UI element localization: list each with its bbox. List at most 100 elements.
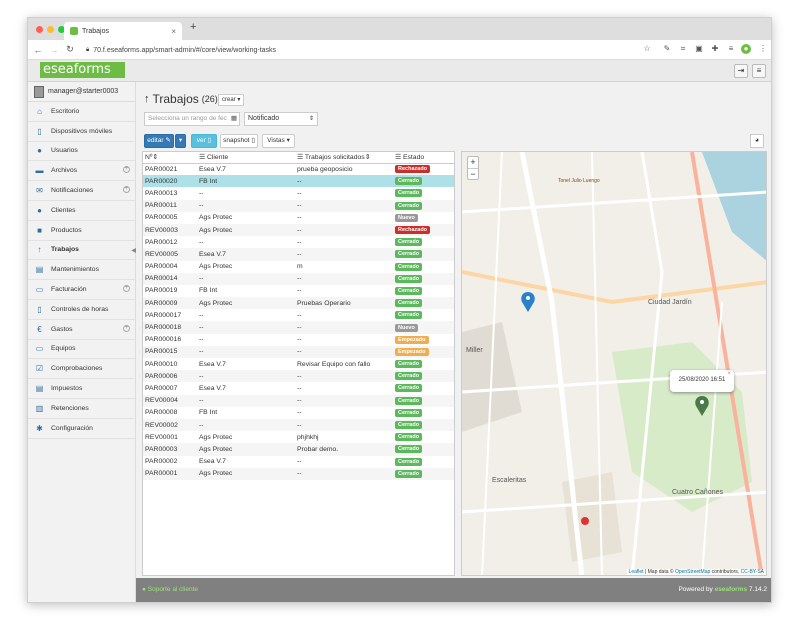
table-row[interactable]: PAR000017 -- -- Cerrado (143, 309, 454, 321)
cell-status: Cerrado (393, 187, 454, 199)
tasks-icon: ↑ (144, 93, 150, 105)
table-row[interactable]: PAR000018 -- -- Nuevo (143, 321, 454, 334)
new-tab-icon[interactable]: + (190, 21, 196, 33)
sidebar-item-productos[interactable]: ■ Productos (28, 221, 135, 241)
table-row[interactable]: PAR00012 -- -- Cerrado (143, 236, 454, 248)
reload-icon[interactable]: ↻ (64, 44, 76, 55)
extensions-puzzle-icon[interactable]: ✚ (710, 44, 720, 54)
sidebar-item-notificaciones[interactable]: ✉ Notificaciones + (28, 181, 135, 201)
table-row[interactable]: PAR00015 -- -- Empezado (143, 345, 454, 358)
sidebar-item-usuarios[interactable]: ● Usuarios (28, 142, 135, 162)
map-toggle-button[interactable]: ◕ (750, 134, 764, 148)
table-row[interactable]: PAR00005 Ags Protec -- Nuevo (143, 212, 454, 224)
minimize-window-icon[interactable] (47, 26, 54, 33)
browser-tab[interactable]: Trabajos × (64, 22, 182, 40)
leaflet-link[interactable]: Leaflet (629, 569, 644, 575)
edit-dropdown-button[interactable]: ▾ (175, 134, 186, 148)
back-icon[interactable]: ← (32, 45, 44, 55)
logout-button[interactable]: ⇥ (734, 64, 748, 78)
expand-plus-icon[interactable]: + (123, 285, 130, 293)
map-view[interactable]: Ciudad Jardín Escaleritas Cuatro Cañones… (461, 151, 767, 576)
table-row[interactable]: REV00004 -- -- Cerrado (143, 394, 454, 407)
user-info[interactable]: manager@starter0003 (28, 82, 135, 102)
sidebar-item-controles-de-horas[interactable]: ▯ Controles de horas (28, 300, 135, 320)
bookmark-star-icon[interactable]: ☆ (642, 44, 652, 54)
sidebar-item-comprobaciones[interactable]: ☑ Comprobaciones (28, 359, 135, 380)
browser-menu-icon[interactable]: ⋮ (758, 44, 768, 54)
profile-avatar-icon[interactable]: ● (741, 44, 751, 54)
table-row[interactable]: PAR00007 Esea V.7 -- Cerrado (143, 382, 454, 394)
table-row[interactable]: REV00003 Ags Protec -- Rechazado (143, 223, 454, 237)
forward-icon[interactable]: → (48, 45, 60, 55)
sidebar-item-label: Mantenimientos (51, 266, 99, 274)
table-row[interactable]: PAR00019 FB Int -- Cerrado (143, 285, 454, 297)
sidebar-item-gastos[interactable]: € Gastos + (28, 320, 135, 340)
table-row[interactable]: REV00002 -- -- Cerrado (143, 418, 454, 432)
table-row[interactable]: REV00005 Esea V.7 -- Cerrado (143, 248, 454, 261)
view-button[interactable]: ver ▯ (191, 134, 217, 148)
cell-client: -- (197, 345, 295, 358)
table-row[interactable]: PAR00013 -- -- Cerrado (143, 187, 454, 199)
support-link[interactable]: ● Soporte al cliente (142, 586, 198, 593)
sidebar-item-impuestos[interactable]: ▤ Impuestos (28, 379, 135, 399)
browser-tabbar: Trabajos × + (28, 18, 771, 40)
reading-list-icon[interactable]: ≡ (726, 44, 736, 54)
table-row[interactable]: PAR00020 FB Int -- Cerrado (143, 175, 454, 188)
close-window-icon[interactable] (36, 26, 43, 33)
sidebar-item-dispositivos-m-viles[interactable]: ▯ Dispositivos móviles (28, 122, 135, 142)
osm-link[interactable]: OpenStreetMap (675, 569, 710, 575)
table-row[interactable]: PAR00002 Esea V.7 -- Cerrado (143, 456, 454, 468)
map-tiles[interactable]: Ciudad Jardín Escaleritas Cuatro Cañones… (462, 152, 767, 576)
sidebar-item-escritorio[interactable]: ⌂ Escritorio (28, 102, 135, 122)
date-range-input[interactable]: Selecciona un rango de fec ▦ (144, 112, 240, 126)
sidebar-item-configuraci-n[interactable]: ✱ Configuración (28, 419, 135, 439)
expand-plus-icon[interactable]: + (123, 186, 130, 194)
column-header-client[interactable]: ☰ Cliente (197, 152, 295, 164)
map-label-miller: Miller (466, 347, 483, 354)
table-row[interactable]: PAR00003 Ags Protec Probar demo. Cerrado (143, 443, 454, 456)
column-header-status[interactable]: ☰ Estado (393, 152, 454, 164)
user-icon: ● (37, 146, 42, 156)
extension-1-icon[interactable]: ✎ (662, 44, 672, 54)
status-badge: Cerrado (395, 469, 423, 478)
sidebar-item-archivos[interactable]: ▬ Archivos + (28, 161, 135, 182)
sidebar-item-clientes[interactable]: ● Clientes (28, 201, 135, 221)
table-row[interactable]: PAR00008 FB Int -- Cerrado (143, 407, 454, 419)
expand-plus-icon[interactable]: + (123, 324, 130, 332)
sidebar-item-retenciones[interactable]: ▥ Retenciones (28, 399, 135, 419)
sidebar-item-trabajos[interactable]: ↑ Trabajos ◀ (28, 241, 136, 261)
table-row[interactable]: PAR000016 -- -- Empezado (143, 334, 454, 346)
table-row[interactable]: PAR00009 Ags Protec Pruebas Operario Cerrad… (143, 297, 454, 310)
calendar-icon[interactable]: ▦ (231, 113, 237, 125)
snapshot-button[interactable]: snapshot ▯ (220, 134, 258, 148)
views-dropdown-button[interactable]: Vistas ▾ (262, 134, 295, 148)
column-header-jobs[interactable]: ☰ Trabajos solicitados⇕ (295, 152, 393, 164)
caret-down-icon: ▾ (178, 137, 183, 144)
create-button[interactable]: crear ▾ (218, 94, 245, 106)
status-badge: Cerrado (395, 262, 423, 271)
url-field[interactable]: 🔒︎ 70.f.eseaforms.app/smart-admin/#/core… (86, 43, 646, 57)
zoom-in-button[interactable]: + (468, 157, 478, 168)
sidebar-item-mantenimientos[interactable]: ▤ Mantenimientos (28, 260, 135, 281)
table-row[interactable]: PAR00014 -- -- Cerrado (143, 272, 454, 285)
status-filter-select[interactable]: Notificado ⇕ (244, 112, 318, 126)
close-tab-icon[interactable]: × (171, 27, 176, 36)
table-row[interactable]: REV00001 Ags Protec phjhkhj Cerrado (143, 431, 454, 443)
edit-button[interactable]: editar ✎ (144, 134, 174, 148)
license-link[interactable]: CC-BY-SA (741, 569, 764, 575)
expand-plus-icon[interactable]: + (123, 166, 130, 174)
popup-close-icon[interactable]: × (727, 364, 731, 384)
table-row[interactable]: PAR00021 Esea V.7 prueba geoposicio Rechaza… (143, 163, 454, 175)
extension-2-icon[interactable]: ⌗ (678, 44, 688, 54)
table-row[interactable]: PAR00011 -- -- Cerrado (143, 199, 454, 212)
sidebar-item-equipos[interactable]: ▭ Equipos (28, 340, 135, 360)
table-row[interactable]: PAR00010 Esea V.7 Revisar Equipo con fallo… (143, 358, 454, 370)
extension-3-icon[interactable]: ▣ (694, 44, 704, 54)
sidebar-item-facturaci-n[interactable]: ▭ Facturación + (28, 280, 135, 300)
zoom-out-button[interactable]: − (468, 168, 478, 179)
table-row[interactable]: PAR00004 Ags Protec m Cerrado (143, 261, 454, 273)
table-row[interactable]: PAR00006 -- -- Cerrado (143, 370, 454, 383)
table-row[interactable]: PAR00001 Ags Protec -- Cerrado (143, 467, 454, 480)
menu-toggle-button[interactable]: ≡ (752, 64, 766, 78)
column-header-num[interactable]: Nº⇕ (143, 152, 197, 164)
